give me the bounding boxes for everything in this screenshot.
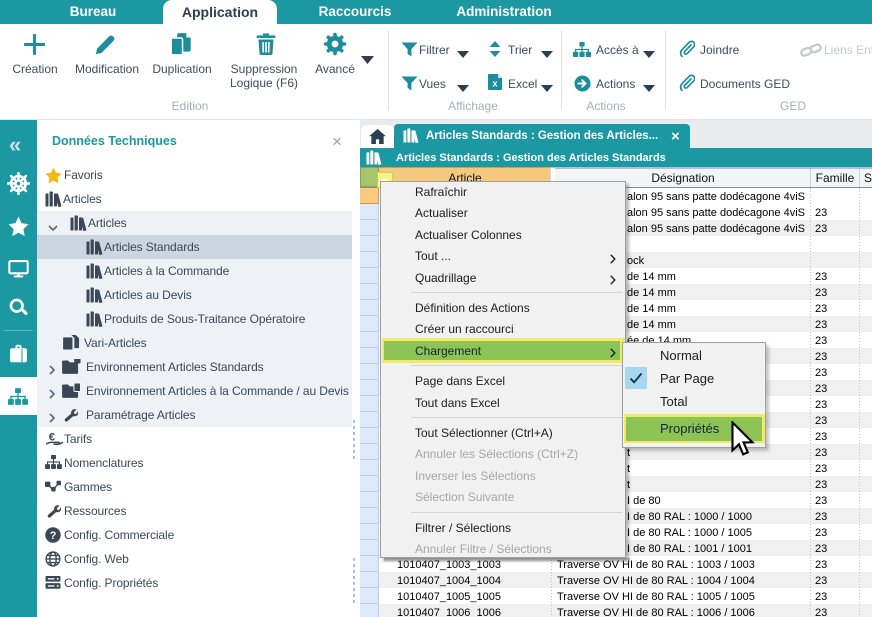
- svg-text:x: x: [492, 79, 497, 89]
- svg-text:?: ?: [50, 530, 57, 542]
